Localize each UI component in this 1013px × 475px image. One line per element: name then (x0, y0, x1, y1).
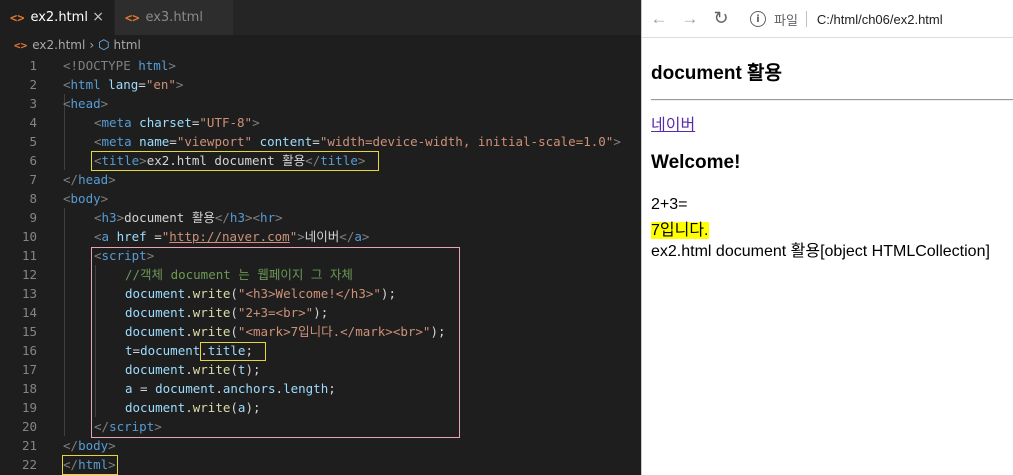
code-line: <html lang="en"> (63, 77, 184, 92)
address-divider (805, 11, 807, 27)
chevron-right-icon: › (89, 38, 95, 52)
code-line: </body> (63, 438, 116, 453)
code-line: //객체 document 는 웹페이지 그 자체 (125, 267, 353, 282)
code-line: <body> (63, 191, 109, 206)
address-url[interactable]: C:/html/ch06/ex2.html (817, 12, 943, 27)
line-number: 15 (21, 324, 37, 339)
breadcrumb: <> ex2.html › ⬡ html (0, 35, 641, 55)
line-number: 18 (21, 381, 37, 396)
line-number: 4 (29, 115, 37, 130)
info-icon[interactable]: i (750, 11, 766, 27)
address-scheme: 파일 (774, 12, 798, 28)
symbol-icon: ⬡ (98, 37, 110, 53)
welcome-heading: Welcome! (651, 152, 741, 173)
line-number: 7 (29, 172, 37, 187)
breadcrumb-file[interactable]: ex2.html (32, 38, 85, 52)
html-file-icon: <> (14, 38, 28, 52)
document-title-output: ex2.html document 활용 (651, 243, 821, 260)
code-line: t=document.title; (125, 343, 253, 358)
tab-ex3-html[interactable]: <> ex3.html (115, 0, 233, 35)
code-line: </html> (63, 457, 116, 472)
code-line: document.write("<h3>Welcome!</h3>"); (125, 286, 396, 301)
code-line: <head> (63, 96, 109, 111)
line-number: 21 (21, 438, 37, 453)
browser-window: ← → ↻ i 파일 C:/html/ch06/ex2.html documen… (641, 0, 1013, 475)
line-number: 12 (21, 267, 37, 282)
editor-tab-bar: <> ex2.html × <> ex3.html (0, 0, 641, 35)
back-icon[interactable]: ← (645, 5, 673, 33)
output-line: ex2.html document 활용[object HTMLCollecti… (651, 237, 990, 261)
code-editor[interactable]: <> ex2.html × <> ex3.html <> ex2.html › … (0, 0, 641, 475)
naver-link[interactable]: 네이버 (651, 111, 695, 135)
code-line: </script> (94, 419, 162, 434)
indent-guide (95, 265, 96, 417)
line-number: 1 (29, 58, 37, 73)
tab-label: ex2.html (30, 10, 88, 25)
code-line: <a href ="http://naver.com">네이버</a> (94, 229, 370, 244)
anchors-output: [object HTMLCollection] (820, 243, 990, 260)
line-number: 14 (21, 305, 37, 320)
html-file-icon: <> (10, 10, 25, 25)
browser-toolbar: ← → ↻ i 파일 C:/html/ch06/ex2.html (642, 0, 1013, 38)
line-number: 19 (21, 400, 37, 415)
line-number: 6 (29, 153, 37, 168)
close-icon[interactable]: × (92, 9, 104, 25)
line-number: 22 (21, 457, 37, 472)
code-line: document.write("<mark>7입니다.</mark><br>")… (125, 324, 446, 339)
line-number: 20 (21, 419, 37, 434)
line-number: 13 (21, 286, 37, 301)
indent-guide (64, 208, 65, 436)
code-line: document.write(a); (125, 400, 261, 415)
sum-text: 2+3= (651, 196, 688, 213)
line-number: 2 (29, 77, 37, 92)
line-number: 16 (21, 343, 37, 358)
line-number: 11 (21, 248, 37, 263)
line-number: 8 (29, 191, 37, 206)
code-line: <meta name="viewport" content="width=dev… (94, 134, 621, 149)
code-line: document.write(t); (125, 362, 261, 377)
line-number: 3 (29, 96, 37, 111)
line-number: 5 (29, 134, 37, 149)
html-file-icon: <> (125, 10, 140, 25)
horizontal-rule (651, 99, 1013, 101)
code-line: </head> (63, 172, 116, 187)
code-line: <title>ex2.html document 활용</title> (94, 153, 366, 168)
code-line: <h3>document 활용</h3><hr> (94, 210, 283, 225)
line-number: 10 (21, 229, 37, 244)
line-number: 17 (21, 362, 37, 377)
reload-icon[interactable]: ↻ (707, 5, 735, 33)
page-heading: document 활용 (651, 63, 783, 84)
code-line: document.write("2+3=<br>"); (125, 305, 329, 320)
code-line: <script> (94, 248, 155, 263)
code-line: a = document.anchors.length; (125, 381, 336, 396)
tab-label: ex3.html (145, 10, 203, 25)
code-line: <!DOCTYPE html> (63, 58, 176, 73)
breadcrumb-symbol[interactable]: html (113, 38, 140, 52)
code-line: <meta charset="UTF-8"> (94, 115, 260, 130)
line-number: 9 (29, 210, 37, 225)
tab-ex2-html[interactable]: <> ex2.html × (0, 0, 114, 35)
address-bar[interactable]: i 파일 C:/html/ch06/ex2.html (750, 6, 1013, 32)
forward-icon[interactable]: → (676, 5, 704, 33)
